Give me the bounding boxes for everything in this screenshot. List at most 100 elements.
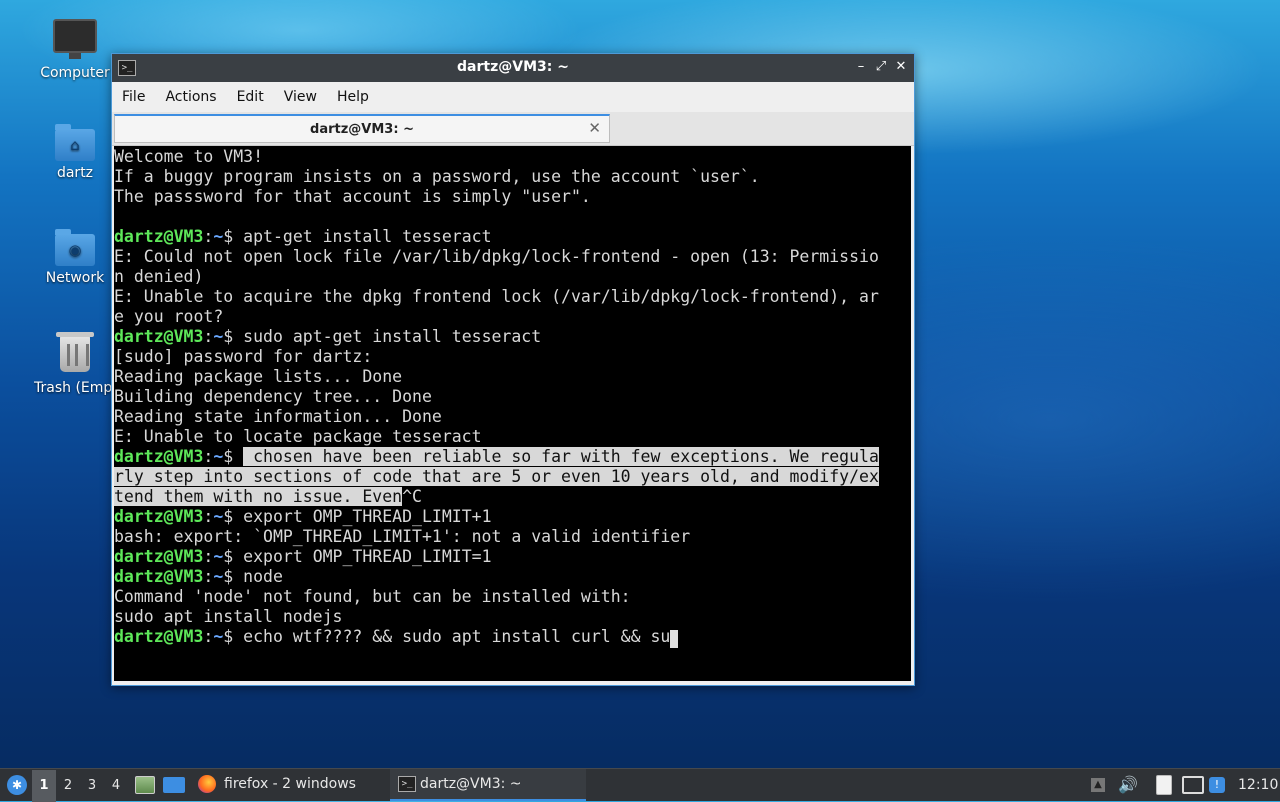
taskbar-firefox[interactable]: firefox - 2 windows bbox=[194, 769, 404, 799]
minimize-button[interactable]: – bbox=[852, 58, 870, 76]
maximize-button[interactable]: ⤢ bbox=[872, 58, 890, 76]
network-icon[interactable] bbox=[1182, 769, 1204, 801]
tray-arrow-icon[interactable]: ▲ bbox=[1091, 769, 1105, 801]
output-text: E: Could not open lock file /var/lib/dpk… bbox=[114, 247, 879, 266]
workspace-3[interactable]: 3 bbox=[80, 770, 104, 802]
prompt-separator: : bbox=[203, 227, 214, 246]
output-text: E: Unable to acquire the dpkg frontend l… bbox=[114, 287, 879, 306]
command-text: export OMP_THREAD_LIMIT+1 bbox=[243, 507, 492, 526]
output-text: [sudo] password for dartz: bbox=[114, 347, 373, 366]
prompt-path: ~ bbox=[213, 627, 224, 646]
desktop-icon-trash[interactable]: Trash (Empty) bbox=[27, 332, 123, 396]
output-text: If a buggy program insists on a password… bbox=[114, 167, 760, 186]
prompt-user: dartz@VM3 bbox=[114, 627, 204, 646]
terminal-output-line: Reading package lists... Done bbox=[114, 367, 911, 387]
output-text: n denied) bbox=[114, 267, 204, 286]
desktop-icon-computer[interactable]: Computer bbox=[27, 19, 123, 81]
command-text: echo wtf???? && sudo apt install curl &&… bbox=[243, 627, 671, 646]
terminal-output-line: Command 'node' not found, but can be ins… bbox=[114, 587, 911, 607]
terminal-prompt-line: dartz@VM3:~$ export OMP_THREAD_LIMIT+1 bbox=[114, 507, 911, 527]
window-titlebar[interactable]: >_ dartz@VM3: ~ – ⤢ ✕ bbox=[112, 54, 914, 82]
close-button[interactable]: ✕ bbox=[892, 58, 910, 76]
menu-view[interactable]: View bbox=[274, 82, 327, 105]
prompt-path: ~ bbox=[213, 327, 224, 346]
terminal-prompt-line: dartz@VM3:~$ sudo apt-get install tesser… bbox=[114, 327, 911, 347]
lubuntu-logo-icon: ✱ bbox=[7, 775, 27, 795]
show-desktop-button[interactable] bbox=[163, 769, 185, 801]
prompt-dollar: $ bbox=[223, 627, 244, 646]
terminal-output-line: tend them with no issue. Even^C bbox=[114, 487, 911, 507]
menu-edit[interactable]: Edit bbox=[227, 82, 274, 105]
clipboard-icon[interactable] bbox=[1156, 769, 1172, 801]
terminal-output-line: n denied) bbox=[114, 267, 911, 287]
prompt-path: ~ bbox=[213, 567, 224, 586]
prompt-path: ~ bbox=[213, 547, 224, 566]
prompt-dollar: $ bbox=[223, 547, 244, 566]
terminal-prompt-line: dartz@VM3:~$ echo wtf???? && sudo apt in… bbox=[114, 627, 911, 648]
output-text: E: Unable to locate package tesseract bbox=[114, 427, 482, 446]
command-text: node bbox=[243, 567, 283, 586]
terminal-output-line: Welcome to VM3! bbox=[114, 147, 911, 167]
tab-label: dartz@VM3: ~ bbox=[310, 122, 414, 137]
terminal-output-line: E: Could not open lock file /var/lib/dpk… bbox=[114, 247, 911, 267]
prompt-dollar: $ bbox=[223, 507, 244, 526]
menu-help[interactable]: Help bbox=[327, 82, 379, 105]
command-text: sudo apt-get install tesseract bbox=[243, 327, 542, 346]
menu-actions[interactable]: Actions bbox=[155, 82, 226, 105]
prompt-user: dartz@VM3 bbox=[114, 547, 204, 566]
selected-text: chosen have been reliable so far with fe… bbox=[243, 447, 879, 466]
desktop-icon bbox=[163, 777, 185, 793]
command-text: apt-get install tesseract bbox=[243, 227, 492, 246]
terminal-prompt-line: dartz@VM3:~$ node bbox=[114, 567, 911, 587]
terminal-output-line: Reading state information... Done bbox=[114, 407, 911, 427]
volume-icon[interactable]: 🔊 bbox=[1118, 769, 1138, 801]
taskbar-terminal-label: dartz@VM3: ~ bbox=[420, 776, 522, 792]
workspace-2[interactable]: 2 bbox=[56, 770, 80, 802]
output-text: Reading package lists... Done bbox=[114, 367, 403, 386]
prompt-dollar: $ bbox=[223, 447, 244, 466]
workspace-1[interactable]: 1 bbox=[32, 770, 56, 802]
prompt-user: dartz@VM3 bbox=[114, 327, 204, 346]
prompt-user: dartz@VM3 bbox=[114, 567, 204, 586]
output-text: bash: export: `OMP_THREAD_LIMIT+1': not … bbox=[114, 527, 691, 546]
terminal-output-line: sudo apt install nodejs bbox=[114, 607, 911, 627]
prompt-user: dartz@VM3 bbox=[114, 447, 204, 466]
terminal-output-line: The passsword for that account is simply… bbox=[114, 187, 911, 207]
desktop-icon-label: dartz bbox=[56, 165, 94, 181]
terminal-output-line: [sudo] password for dartz: bbox=[114, 347, 911, 367]
terminal-window[interactable]: >_ dartz@VM3: ~ – ⤢ ✕ File Actions Edit Vie… bbox=[111, 53, 915, 686]
terminal-output[interactable]: Welcome to VM3! If a buggy program insist… bbox=[114, 146, 911, 681]
file-manager-icon bbox=[135, 776, 155, 794]
clock[interactable]: 12:10 bbox=[1238, 769, 1278, 801]
tab-terminal[interactable]: dartz@VM3: ~ ✕ bbox=[114, 114, 610, 143]
output-text: Building dependency tree... Done bbox=[114, 387, 432, 406]
prompt-user: dartz@VM3 bbox=[114, 227, 204, 246]
desktop-icon-home[interactable]: ⌂ dartz bbox=[27, 124, 123, 181]
tab-close-icon[interactable]: ✕ bbox=[588, 119, 601, 137]
prompt-separator: : bbox=[203, 567, 214, 586]
update-notifier-icon[interactable]: ! bbox=[1209, 769, 1225, 801]
output-text: The passsword for that account is simply… bbox=[114, 187, 591, 206]
terminal-output-line: E: Unable to acquire the dpkg frontend l… bbox=[114, 287, 911, 307]
workspace-switcher: 1234 bbox=[32, 769, 128, 802]
prompt-dollar: $ bbox=[223, 327, 244, 346]
prompt-separator: : bbox=[203, 507, 214, 526]
desktop-icon-label: Network bbox=[45, 270, 105, 286]
start-menu-button[interactable]: ✱ bbox=[4, 772, 30, 798]
terminal-output-line: Building dependency tree... Done bbox=[114, 387, 911, 407]
terminal-output-line: If a buggy program insists on a password… bbox=[114, 167, 911, 187]
file-manager-launcher[interactable] bbox=[135, 769, 155, 801]
workspace-4[interactable]: 4 bbox=[104, 770, 128, 802]
output-text: Welcome to VM3! bbox=[114, 147, 264, 166]
menu-file[interactable]: File bbox=[112, 82, 155, 105]
terminal-prompt-line: dartz@VM3:~$ chosen have been reliable s… bbox=[114, 447, 911, 467]
desktop-icon-network[interactable]: ◉ Network bbox=[27, 229, 123, 286]
tab-bar: dartz@VM3: ~ ✕ bbox=[112, 112, 914, 146]
taskbar-terminal[interactable]: >_ dartz@VM3: ~ bbox=[390, 769, 586, 801]
prompt-dollar: $ bbox=[223, 227, 244, 246]
terminal-output-line: bash: export: `OMP_THREAD_LIMIT+1': not … bbox=[114, 527, 911, 547]
prompt-path: ~ bbox=[213, 227, 224, 246]
prompt-path: ~ bbox=[213, 507, 224, 526]
prompt-separator: : bbox=[203, 627, 214, 646]
